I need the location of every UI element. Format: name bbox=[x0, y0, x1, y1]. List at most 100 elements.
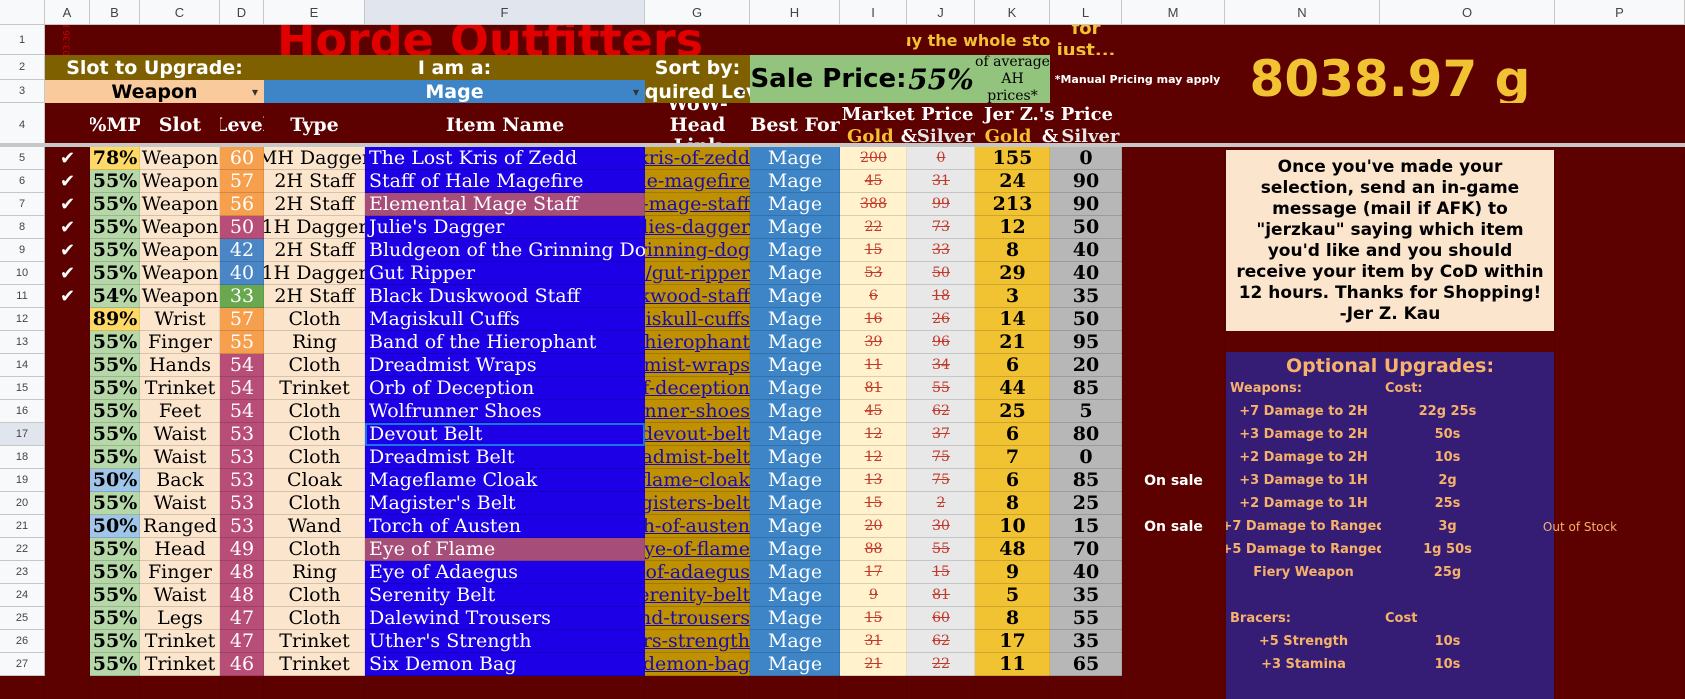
row-wowhead-link[interactable]: flame-cloak bbox=[645, 469, 750, 492]
column-header-f[interactable]: F bbox=[365, 0, 645, 25]
row-wowhead-link[interactable]: giskull-cuffs bbox=[645, 308, 750, 331]
row-item-name[interactable]: Julie's Dagger bbox=[365, 216, 645, 239]
row-item-name[interactable]: Magister's Belt bbox=[365, 492, 645, 515]
column-header-g[interactable]: G bbox=[645, 0, 750, 25]
row-wowhead-link[interactable]: ulies-dagger bbox=[645, 216, 750, 239]
column-header-i[interactable]: I bbox=[840, 0, 907, 25]
selected-cell-outline[interactable] bbox=[365, 423, 645, 446]
row-wowhead-link[interactable]: ale-magefire bbox=[645, 170, 750, 193]
row-wowhead-link[interactable]: ers-strength bbox=[645, 630, 750, 653]
corner-cell[interactable] bbox=[0, 0, 45, 25]
row-header-17[interactable]: 17 bbox=[0, 423, 45, 446]
row-header-7[interactable]: 7 bbox=[0, 193, 45, 216]
row-item-name[interactable]: Torch of Austen bbox=[365, 515, 645, 538]
row-header-22[interactable]: 22 bbox=[0, 538, 45, 561]
row-item-name[interactable]: Bludgeon of the Grinning Dog bbox=[365, 239, 645, 262]
grid-line-v bbox=[1049, 147, 1050, 699]
row-header-19[interactable]: 19 bbox=[0, 469, 45, 492]
row-header-14[interactable]: 14 bbox=[0, 354, 45, 377]
row-wowhead-link[interactable]: -of-adaegus bbox=[645, 561, 750, 584]
row-header-9[interactable]: 9 bbox=[0, 239, 45, 262]
row-item-name[interactable]: Uther's Strength bbox=[365, 630, 645, 653]
row-wowhead-link[interactable]: erenity-belt bbox=[645, 584, 750, 607]
buy-whole-store-label[interactable]: Buy the whole store bbox=[907, 25, 1050, 55]
row-market-silver: 33 bbox=[907, 239, 975, 262]
column-header-k[interactable]: K bbox=[975, 0, 1050, 25]
column-header-l[interactable]: L bbox=[1050, 0, 1122, 25]
row-item-name[interactable]: Gut Ripper bbox=[365, 262, 645, 285]
row-header-25[interactable]: 25 bbox=[0, 607, 45, 630]
row-item-name[interactable]: Magiskull Cuffs bbox=[365, 308, 645, 331]
row-item-name[interactable]: Six Demon Bag bbox=[365, 653, 645, 676]
row-level: 60 bbox=[220, 147, 264, 170]
row-header-6[interactable]: 6 bbox=[0, 170, 45, 193]
row-item-name[interactable]: Mageflame Cloak bbox=[365, 469, 645, 492]
row-item-name[interactable]: The Lost Kris of Zedd bbox=[365, 147, 645, 170]
row-header-20[interactable]: 20 bbox=[0, 492, 45, 515]
row-header-1[interactable]: 1 bbox=[0, 25, 45, 55]
row-item-name[interactable]: Wolfrunner Shoes bbox=[365, 400, 645, 423]
column-header-h[interactable]: H bbox=[750, 0, 840, 25]
row-item-name[interactable]: Band of the Hierophant bbox=[365, 331, 645, 354]
slot-dropdown[interactable]: Weapon bbox=[45, 80, 264, 103]
row-wowhead-link[interactable]: lmist-wraps bbox=[645, 354, 750, 377]
row-wowhead-link[interactable]: kris-of-zedd bbox=[645, 147, 750, 170]
column-header-d[interactable]: D bbox=[220, 0, 264, 25]
row-header-13[interactable]: 13 bbox=[0, 331, 45, 354]
row-item-name[interactable]: Serenity Belt bbox=[365, 584, 645, 607]
row-item-name[interactable]: Black Duskwood Staff bbox=[365, 285, 645, 308]
row-wowhead-link[interactable]: nd-trousers bbox=[645, 607, 750, 630]
column-header-m[interactable]: M bbox=[1122, 0, 1225, 25]
row-item-name[interactable]: Dreadmist Belt bbox=[365, 446, 645, 469]
row-header-4[interactable]: 4 bbox=[0, 103, 45, 147]
row-jer-silver: 70 bbox=[1050, 538, 1122, 561]
row-wowhead-link[interactable]: /devout-belt bbox=[645, 423, 750, 446]
row-item-name[interactable]: Eye of Adaegus bbox=[365, 561, 645, 584]
row-item-name[interactable]: Dreadmist Wraps bbox=[365, 354, 645, 377]
row-header-10[interactable]: 10 bbox=[0, 262, 45, 285]
row-item-name[interactable]: Staff of Hale Magefire bbox=[365, 170, 645, 193]
class-dropdown[interactable]: Mage bbox=[264, 80, 645, 103]
row-wowhead-link[interactable]: kwood-staff bbox=[645, 285, 750, 308]
row-header-8[interactable]: 8 bbox=[0, 216, 45, 239]
sort-dropdown[interactable]: Required Level bbox=[645, 80, 750, 103]
row-wowhead-link[interactable]: rinning-dog bbox=[645, 239, 750, 262]
row-wowhead-link[interactable]: eadmist-belt bbox=[645, 446, 750, 469]
row-header-23[interactable]: 23 bbox=[0, 561, 45, 584]
row-header-26[interactable]: 26 bbox=[0, 630, 45, 653]
row-header-11[interactable]: 11 bbox=[0, 285, 45, 308]
row-header-5[interactable]: 5 bbox=[0, 147, 45, 170]
row-wowhead-link[interactable]: -hierophant bbox=[645, 331, 750, 354]
column-header-a[interactable]: A bbox=[45, 0, 90, 25]
row-wowhead-link[interactable]: l-mage-staff bbox=[645, 193, 750, 216]
row-header-3[interactable]: 3 bbox=[0, 80, 45, 103]
row-header-2[interactable]: 2 bbox=[0, 55, 45, 80]
row-header-15[interactable]: 15 bbox=[0, 377, 45, 400]
row-header-16[interactable]: 16 bbox=[0, 400, 45, 423]
column-header-n[interactable]: N bbox=[1225, 0, 1380, 25]
row-header-27[interactable]: 27 bbox=[0, 653, 45, 676]
row-wowhead-link[interactable]: agisters-belt bbox=[645, 492, 750, 515]
column-header-b[interactable]: B bbox=[90, 0, 140, 25]
row-wowhead-link[interactable]: 4/gut-ripper bbox=[645, 262, 750, 285]
row-item-name[interactable]: Elemental Mage Staff bbox=[365, 193, 645, 216]
row-wowhead-link[interactable]: of-deception bbox=[645, 377, 750, 400]
row-wowhead-link[interactable]: h-of-austen bbox=[645, 515, 750, 538]
sale-percent-value[interactable]: 55% bbox=[907, 55, 975, 103]
row-header-21[interactable]: 21 bbox=[0, 515, 45, 538]
row-market-silver: 60 bbox=[907, 607, 975, 630]
column-header-c[interactable]: C bbox=[140, 0, 220, 25]
column-header-j[interactable]: J bbox=[907, 0, 975, 25]
column-header-p[interactable]: P bbox=[1555, 0, 1685, 25]
row-header-12[interactable]: 12 bbox=[0, 308, 45, 331]
column-header-o[interactable]: O bbox=[1380, 0, 1555, 25]
row-item-name[interactable]: Orb of Deception bbox=[365, 377, 645, 400]
column-header-e[interactable]: E bbox=[264, 0, 365, 25]
row-wowhead-link[interactable]: -demon-bag bbox=[645, 653, 750, 676]
row-wowhead-link[interactable]: ye-of-flame bbox=[645, 538, 750, 561]
row-header-24[interactable]: 24 bbox=[0, 584, 45, 607]
row-item-name[interactable]: Dalewind Trousers bbox=[365, 607, 645, 630]
row-header-18[interactable]: 18 bbox=[0, 446, 45, 469]
row-wowhead-link[interactable]: unner-shoes bbox=[645, 400, 750, 423]
row-item-name[interactable]: Eye of Flame bbox=[365, 538, 645, 561]
